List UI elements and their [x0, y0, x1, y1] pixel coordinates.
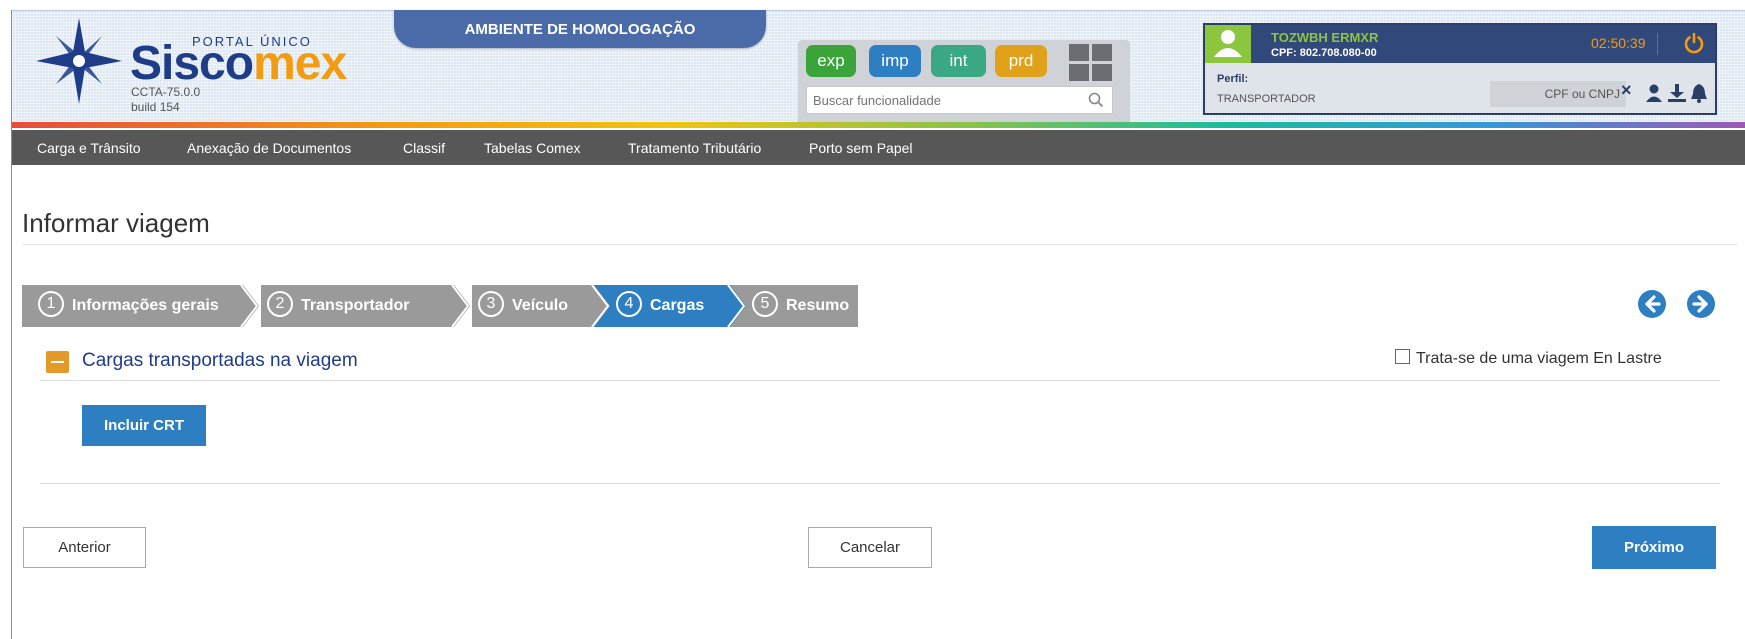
- step-number: 4: [616, 291, 642, 317]
- main-navbar: Carga e Trânsito Anexação de Documentos …: [12, 130, 1745, 165]
- version-label: CCTA-75.0.0: [131, 85, 201, 99]
- step-number: 3: [478, 291, 504, 317]
- step-cargas[interactable]: 4 Cargas: [612, 285, 724, 327]
- header-color-stripe: [12, 122, 1745, 128]
- clear-icon[interactable]: ×: [1621, 80, 1632, 101]
- proximo-button[interactable]: Próximo: [1592, 526, 1716, 569]
- bell-icon[interactable]: [1690, 83, 1708, 103]
- chevron-right-icon: [588, 285, 612, 327]
- divider: [40, 380, 1720, 381]
- perfil-label: Perfil:: [1217, 73, 1249, 85]
- search-icon[interactable]: [1088, 92, 1104, 108]
- nav-item-tabelas-comex[interactable]: Tabelas Comex: [484, 130, 581, 165]
- en-lastre-checkbox[interactable]: Trata-se de uma viagem En Lastre: [1395, 349, 1662, 368]
- nav-item-carga-transito[interactable]: Carga e Trânsito: [37, 130, 141, 165]
- build-label: build 154: [131, 100, 180, 114]
- search-box: [806, 86, 1113, 114]
- environment-panel: exp imp int prd: [798, 40, 1130, 122]
- arrow-right-icon[interactable]: [1686, 289, 1716, 319]
- wizard-stepper: 1 Informações gerais 2 Transportador 3 Veíc…: [22, 285, 858, 327]
- env-prd-button[interactable]: prd: [995, 45, 1047, 77]
- divider: [22, 244, 1738, 245]
- nav-item-porto-sem-papel[interactable]: Porto sem Papel: [809, 130, 913, 165]
- nav-item-tratamento-tributario[interactable]: Tratamento Tributário: [628, 130, 761, 165]
- collapse-icon[interactable]: [46, 351, 69, 373]
- step-label: Resumo: [786, 297, 850, 314]
- section-title: Cargas transportadas na viagem: [82, 350, 358, 371]
- step-label: Veículo: [512, 297, 569, 314]
- user-bar: TOZWBH ERMXR CPF: 802.708.080-00 02:50:3…: [1205, 25, 1715, 63]
- page-title: Informar viagem: [22, 208, 210, 238]
- step-number: 2: [267, 291, 293, 317]
- step-resumo[interactable]: 5 Resumo: [748, 285, 858, 327]
- cpf-cnpj-field[interactable]: CPF ou CNPJ: [1490, 81, 1626, 107]
- step-label: Transportador: [301, 297, 410, 314]
- nav-item-classif[interactable]: Classif: [403, 130, 445, 165]
- checkbox-box[interactable]: [1395, 349, 1410, 365]
- cancelar-button[interactable]: Cancelar: [808, 527, 932, 568]
- perfil-value: TRANSPORTADOR: [1217, 93, 1316, 105]
- user-cpf: CPF: 802.708.080-00: [1271, 47, 1377, 59]
- user-avatar-icon: [1214, 30, 1261, 57]
- env-exp-button[interactable]: exp: [806, 45, 856, 77]
- step-number: 1: [38, 291, 64, 317]
- person-icon[interactable]: [1645, 83, 1663, 103]
- step-transportador[interactable]: 2 Transportador: [261, 285, 448, 327]
- download-icon[interactable]: [1667, 83, 1687, 103]
- avatar[interactable]: [1205, 25, 1261, 63]
- arrow-left-icon[interactable]: [1637, 289, 1667, 319]
- compass-star-icon: [36, 18, 122, 104]
- incluir-crt-button[interactable]: Incluir CRT: [82, 405, 206, 446]
- step-label: Cargas: [650, 297, 705, 314]
- step-veiculo[interactable]: 3 Veículo: [472, 285, 588, 327]
- step-informacoes-gerais[interactable]: 1 Informações gerais: [22, 285, 237, 327]
- en-lastre-label: Trata-se de uma viagem En Lastre: [1416, 350, 1662, 367]
- search-input[interactable]: [807, 87, 1077, 113]
- env-imp-button[interactable]: imp: [869, 45, 921, 77]
- power-icon[interactable]: [1683, 32, 1705, 54]
- siscomex-wordmark: Siscomex: [130, 37, 347, 90]
- divider: [40, 483, 1720, 484]
- siscomex-logo[interactable]: PORTAL ÚNICO Siscomex CCTA-75.0.0 build …: [34, 16, 347, 116]
- user-name: TOZWBH ERMXR: [1271, 30, 1379, 45]
- chevron-right-icon: [448, 285, 470, 327]
- nav-item-anexacao-documentos[interactable]: Anexação de Documentos: [187, 130, 351, 165]
- user-panel: TOZWBH ERMXR CPF: 802.708.080-00 02:50:3…: [1203, 23, 1717, 115]
- chevron-right-icon: [724, 285, 748, 327]
- apps-grid-icon[interactable]: [1069, 44, 1113, 82]
- environment-banner: AMBIENTE DE HOMOLOGAÇÃO: [394, 10, 766, 48]
- session-timer: 02:50:39: [1591, 35, 1646, 51]
- chevron-right-icon: [237, 285, 259, 327]
- env-int-button[interactable]: int: [931, 45, 986, 77]
- step-number: 5: [752, 291, 778, 317]
- anterior-button[interactable]: Anterior: [23, 527, 146, 568]
- divider: [1657, 33, 1658, 55]
- version-info: CCTA-75.0.0 build 154: [131, 85, 200, 115]
- step-label: Informações gerais: [72, 297, 219, 314]
